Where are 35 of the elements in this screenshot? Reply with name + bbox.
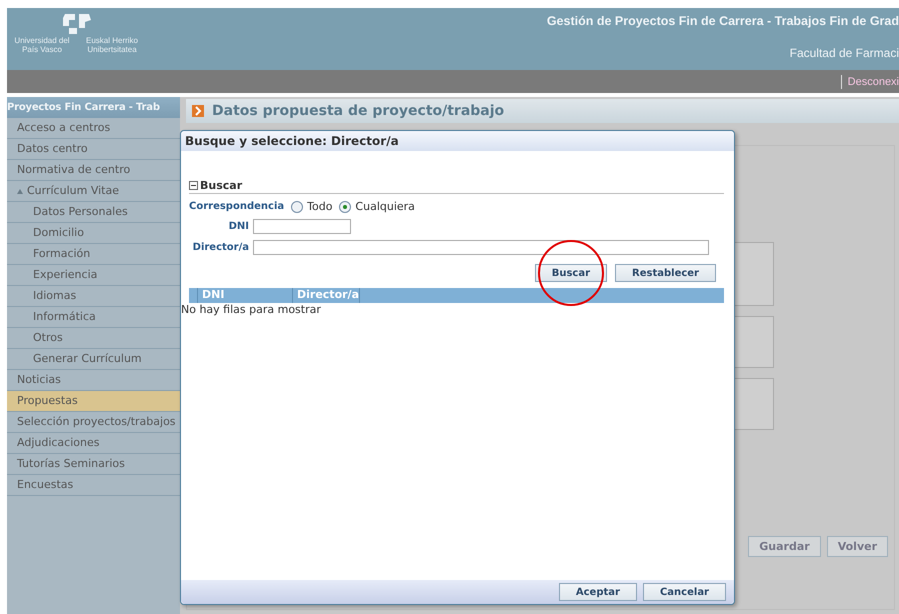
chevron-icon [192,105,204,117]
sidebar-title: Proyectos Fin Carrera - Trab [7,97,180,118]
form-button[interactable]: Volver [826,536,888,557]
radio-label: Cualquiera [355,200,415,213]
input-field[interactable] [253,240,709,255]
logo-text: Euskal Herriko Unibertsitatea [84,36,139,54]
form-box [732,242,774,306]
content-title: Datos propuesta de proyecto/trabajo [212,103,504,119]
empty-message: No hay filas para mostrar [181,303,322,316]
form-button[interactable]: Guardar [748,536,821,557]
faculty-name: Facultad de Farmaci [790,46,899,60]
radio-button[interactable] [291,200,304,212]
dialog-button[interactable]: Cancelar [642,583,726,601]
input-field[interactable] [253,219,351,234]
section-label: Buscar [200,179,242,192]
field-label: DNI [228,221,249,232]
radio-label: Todo [307,200,332,213]
app-title: Gestión de Proyectos Fin de Carrera - Trabajos Fin de Grad [546,14,899,28]
caret-icon [17,188,23,194]
match-label: Correspondencia [189,201,284,212]
logo-text: Universidad del País Vasco [13,36,71,54]
logout-link[interactable]: Desconexi [848,76,899,88]
column-header[interactable]: Director/a [293,288,360,303]
collapse-icon[interactable] [189,181,198,190]
form-box [732,316,774,368]
column-header[interactable]: DNI [198,288,293,303]
form-box [732,378,774,430]
dialog-button[interactable]: Aceptar [558,583,637,601]
dialog-button[interactable]: Restablecer [615,264,716,282]
dialog-title: Busque y seleccione: Director/a [181,131,734,151]
field-label: Director/a [192,242,249,253]
sidebar-item[interactable]: Acceso a centros [7,118,180,139]
sidebar-item[interactable]: Propuestas [7,391,180,412]
dialog-button[interactable]: Buscar [534,264,608,282]
radio-button[interactable] [339,200,352,212]
